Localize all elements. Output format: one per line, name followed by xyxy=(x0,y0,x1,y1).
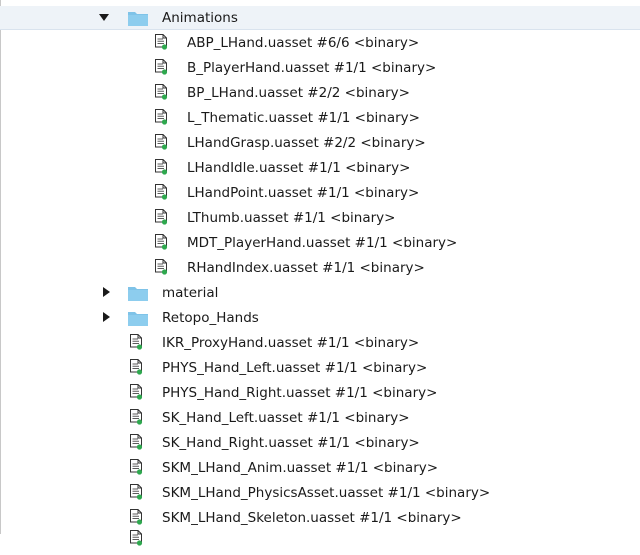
tree-row-file[interactable]: BP_LHand.uasset #2/2 <binary> xyxy=(0,81,640,106)
folder-label: Retopo_Hands xyxy=(162,310,259,326)
tree-row-file[interactable]: SKM_LHand_Skeleton.uasset #1/1 <binary> xyxy=(0,506,640,531)
file-label: LHandGrasp.uasset #2/2 <binary> xyxy=(187,135,426,151)
file-added-icon xyxy=(155,59,168,75)
file-added-icon xyxy=(130,359,143,375)
tree-row-file[interactable]: IKR_ProxyHand.uasset #1/1 <binary> xyxy=(0,331,640,356)
folder-icon xyxy=(128,10,148,26)
file-label: SK_Hand_Right.uasset #1/1 <binary> xyxy=(162,435,420,451)
file-added-icon xyxy=(155,34,168,50)
file-added-icon xyxy=(155,159,168,175)
file-added-icon xyxy=(155,259,168,275)
file-added-icon xyxy=(130,509,143,525)
file-label: L_Thematic.uasset #1/1 <binary> xyxy=(187,110,420,126)
collapsed-triangle-icon[interactable] xyxy=(100,286,112,298)
file-label: RHandIndex.uasset #1/1 <binary> xyxy=(187,260,425,276)
file-added-icon xyxy=(155,184,168,200)
file-added-icon xyxy=(130,334,143,350)
tree-row-file[interactable]: SK_Hand_Left.uasset #1/1 <binary> xyxy=(0,406,640,431)
file-label: LHandIdle.uasset #1/1 <binary> xyxy=(187,160,411,176)
file-label: SKM_LHand_Anim.uasset #1/1 <binary> xyxy=(162,460,439,476)
tree-row-file[interactable]: SK_Hand_Right.uasset #1/1 <binary> xyxy=(0,431,640,456)
file-label: MDT_PlayerHand.uasset #1/1 <binary> xyxy=(187,235,458,251)
tree-row-animations[interactable]: Animations xyxy=(0,6,640,30)
tree-row-file[interactable]: PHYS_Hand_Right.uasset #1/1 <binary> xyxy=(0,381,640,406)
file-label: BP_LHand.uasset #2/2 <binary> xyxy=(187,85,410,101)
file-label: ABP_LHand.uasset #6/6 <binary> xyxy=(187,35,420,51)
tree-row-file[interactable]: SKM_LHand_PhysicsAsset.uasset #1/1 <bina… xyxy=(0,481,640,506)
file-label: B_PlayerHand.uasset #1/1 <binary> xyxy=(187,60,437,76)
file-label: IKR_ProxyHand.uasset #1/1 <binary> xyxy=(162,335,420,351)
file-label: SKM_LHand_PhysicsAsset.uasset #1/1 <bina… xyxy=(162,485,491,501)
tree-row-file[interactable]: LHandGrasp.uasset #2/2 <binary> xyxy=(0,131,640,156)
tree-row-file[interactable]: L_Thematic.uasset #1/1 <binary> xyxy=(0,106,640,131)
file-label: PHYS_Hand_Left.uasset #1/1 <binary> xyxy=(162,360,428,376)
folder-icon xyxy=(128,285,148,301)
file-label: SKM_LHand_Skeleton.uasset #1/1 <binary> xyxy=(162,510,462,526)
tree-row-file[interactable]: RHandIndex.uasset #1/1 <binary> xyxy=(0,256,640,281)
tree-row-file[interactable]: MDT_PlayerHand.uasset #1/1 <binary> xyxy=(0,231,640,256)
tree-row-file[interactable]: B_PlayerHand.uasset #1/1 <binary> xyxy=(0,56,640,81)
tree-row-file[interactable]: SKM_LHand_Anim.uasset #1/1 <binary> xyxy=(0,456,640,481)
file-added-icon xyxy=(155,209,168,225)
tree-row-file[interactable]: ABP_LHand.uasset #6/6 <binary> xyxy=(0,31,640,56)
collapsed-triangle-icon[interactable] xyxy=(100,311,112,323)
file-label: PHYS_Hand_Right.uasset #1/1 <binary> xyxy=(162,385,438,401)
file-added-icon xyxy=(155,109,168,125)
folder-label: Animations xyxy=(162,10,238,26)
file-added-icon xyxy=(130,384,143,400)
file-label: SK_Hand_Left.uasset #1/1 <binary> xyxy=(162,410,410,426)
tree-row-file[interactable]: LHandIdle.uasset #1/1 <binary> xyxy=(0,156,640,181)
folder-icon xyxy=(128,310,148,326)
file-label: LHandPoint.uasset #1/1 <binary> xyxy=(187,185,420,201)
expanded-triangle-icon[interactable] xyxy=(98,12,110,24)
file-label: LThumb.uasset #1/1 <binary> xyxy=(187,210,396,226)
file-added-icon xyxy=(155,134,168,150)
file-added-icon xyxy=(130,434,143,450)
tree-row-file[interactable]: LHandPoint.uasset #1/1 <binary> xyxy=(0,181,640,206)
folder-label: material xyxy=(162,285,219,301)
file-added-icon xyxy=(130,409,143,425)
tree-row-folder[interactable]: Retopo_Hands xyxy=(0,306,640,331)
tree-row-file[interactable]: PHYS_Hand_Left.uasset #1/1 <binary> xyxy=(0,356,640,381)
tree-row-folder[interactable]: material xyxy=(0,281,640,306)
tree-row-file[interactable]: LThumb.uasset #1/1 <binary> xyxy=(0,206,640,231)
file-added-icon xyxy=(130,530,143,546)
file-added-icon xyxy=(130,484,143,500)
file-added-icon xyxy=(155,234,168,250)
file-added-icon xyxy=(155,84,168,100)
file-added-icon xyxy=(130,459,143,475)
